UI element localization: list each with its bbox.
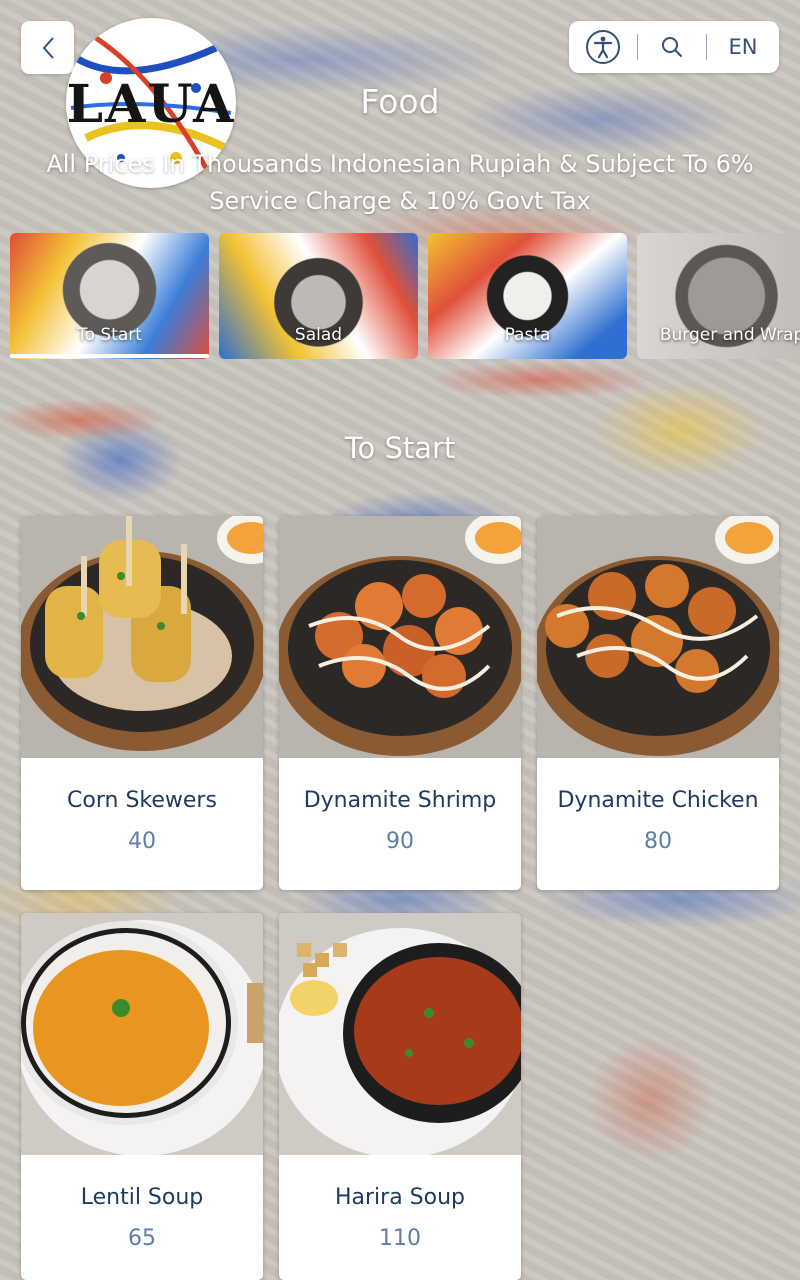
category-burger-and-wraps[interactable]: Burger and Wraps	[637, 233, 800, 359]
menu-item-name: Dynamite Shrimp	[303, 788, 497, 813]
language-label: EN	[728, 35, 758, 59]
section-title: To Start	[344, 431, 456, 465]
menu-item-card[interactable]: Corn Skewers 40	[21, 516, 263, 890]
menu-item-card[interactable]: Lentil Soup 65	[21, 913, 263, 1280]
menu-item-price: 65	[128, 1226, 156, 1251]
menu-item-price: 110	[379, 1226, 421, 1251]
search-button[interactable]	[638, 21, 706, 73]
language-selector[interactable]: EN	[707, 21, 779, 73]
menu-item-price: 90	[386, 829, 414, 854]
dynamite-chicken-photo	[537, 516, 779, 758]
menu-item-price: 40	[128, 829, 156, 854]
menu-item-name: Corn Skewers	[67, 788, 217, 813]
category-label: Salad	[294, 325, 343, 345]
search-icon	[662, 37, 682, 57]
category-salad[interactable]: Salad	[219, 233, 418, 359]
menu-item-name: Lentil Soup	[80, 1185, 204, 1210]
menu-item-card[interactable]: Dynamite Chicken 80	[537, 516, 779, 890]
active-category-indicator	[10, 354, 209, 358]
price-note: All Prices In Thousands Indonesian Rupia…	[46, 150, 754, 215]
harira-soup-photo	[279, 913, 521, 1155]
page-title: Food	[360, 82, 440, 121]
category-label: Pasta	[504, 325, 551, 345]
lentil-soup-photo	[21, 913, 263, 1155]
chevron-left-icon	[42, 36, 54, 59]
menu-item-name: Dynamite Chicken	[557, 788, 759, 813]
menu-item-price: 80	[644, 829, 672, 854]
category-pasta[interactable]: Pasta	[428, 233, 627, 359]
accessibility-button[interactable]	[569, 21, 637, 73]
menu-item-card[interactable]: Dynamite Shrimp 90	[279, 516, 521, 890]
category-label: To Start	[77, 325, 142, 345]
category-to-start[interactable]: To Start	[10, 233, 209, 359]
category-label: Burger and Wraps	[659, 325, 800, 345]
accessibility-icon	[586, 30, 620, 64]
dynamite-shrimp-photo	[279, 516, 521, 758]
top-toolbar: EN	[569, 21, 779, 73]
menu-item-name: Harira Soup	[334, 1185, 466, 1210]
menu-item-card[interactable]: Harira Soup 110	[279, 913, 521, 1280]
category-carousel[interactable]: To Start Salad Pasta Burger and Wraps	[10, 233, 800, 361]
corn-skewers-photo	[21, 516, 263, 758]
